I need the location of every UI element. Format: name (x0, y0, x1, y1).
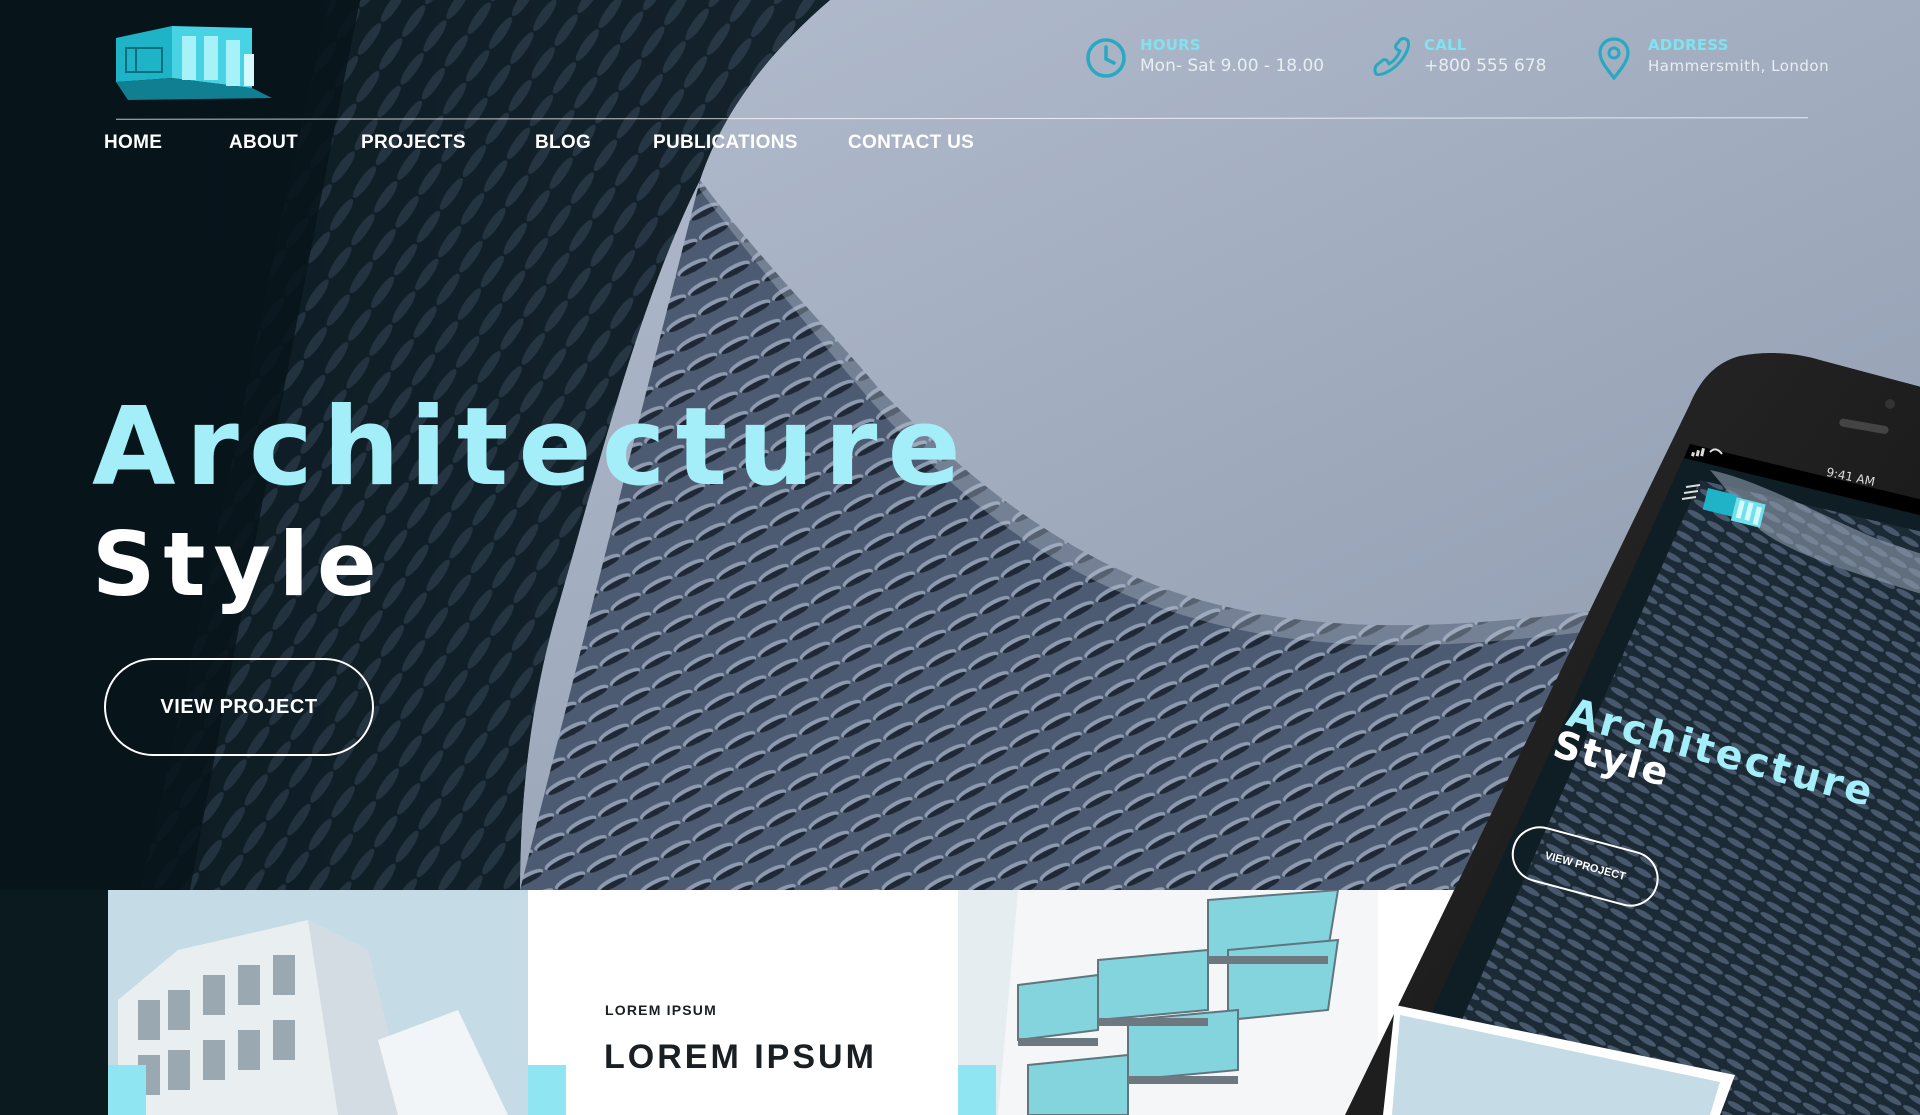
phone-mockup (1345, 353, 1920, 1115)
